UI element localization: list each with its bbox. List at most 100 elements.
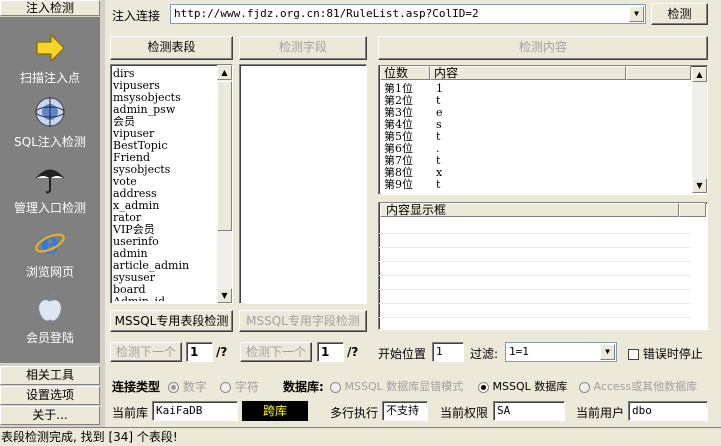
permission-label: 当前权限: [440, 406, 489, 420]
content-header-button[interactable]: 检测内容: [378, 36, 708, 60]
table-row[interactable]: 第8位 x: [380, 167, 691, 179]
display-box-header: 内容显示框: [380, 203, 679, 217]
umbrella-icon: [35, 169, 65, 194]
current-user-field[interactable]: dbo: [628, 401, 708, 421]
scroll-down-icon[interactable]: ▼: [217, 288, 232, 303]
tables-listbox[interactable]: dirs vipusers msysobjects admin_psw 会员 vipuse…: [110, 64, 233, 304]
multi-exec-label: 多行执行: [330, 406, 379, 420]
tables-header-button[interactable]: 检测表段: [110, 36, 233, 60]
fields-next-button[interactable]: 检测下一个: [240, 342, 312, 362]
type-number-label: 数字: [182, 380, 207, 394]
filter-dropdown-arrow-icon[interactable]: ▼: [600, 344, 615, 360]
db-access-radio[interactable]: [579, 381, 590, 393]
db-mssql-error-label: MSSQL 数据库显错模式: [344, 380, 464, 393]
sidebar-item-label: SQL注入检测: [14, 135, 86, 149]
filter-combobox[interactable]: 1=1 ▼: [505, 342, 617, 362]
tables-scrollbar[interactable]: ▲ ▼: [217, 65, 232, 303]
scroll-up-icon[interactable]: ▲: [692, 67, 707, 82]
tables-list: dirs vipusers msysobjects admin_psw 会员 vipuse…: [113, 68, 216, 301]
cell-position: 第9位: [384, 178, 413, 191]
filter-label: 过滤:: [470, 347, 499, 361]
db-mssql-option[interactable]: MSSQL 数据库: [478, 378, 567, 394]
url-combobox[interactable]: http://www.fjdz.org.cn:81/RuleList.asp?C…: [170, 4, 646, 24]
table-row[interactable]: 第7位 t: [380, 155, 691, 167]
list-item[interactable]: Admin_id: [113, 296, 216, 302]
apple-icon: [38, 293, 62, 322]
content-display-box[interactable]: 内容显示框: [378, 202, 708, 330]
type-char-label: 字符: [234, 380, 259, 394]
current-user-label: 当前用户: [576, 406, 625, 420]
table-row[interactable]: 第5位 t: [380, 131, 691, 143]
start-position-input[interactable]: 1: [432, 342, 464, 362]
table-row[interactable]: 第6位.: [380, 143, 691, 155]
stop-on-error-checkbox[interactable]: [628, 349, 639, 360]
tables-page-input[interactable]: 1: [186, 342, 213, 362]
sidebar-tools-button[interactable]: 相关工具: [0, 366, 100, 385]
db-mssql-label: MSSQL 数据库: [492, 380, 568, 393]
type-number-option[interactable]: 数字: [168, 378, 207, 395]
start-position-label: 开始位置: [378, 347, 427, 361]
status-text: 表段检测完成, 找到 [34] 个表段!: [1, 430, 178, 444]
scroll-up-icon[interactable]: ▲: [217, 65, 232, 80]
url-value: http://www.fjdz.org.cn:81/RuleList.asp?C…: [174, 7, 479, 20]
filter-value: 1=1: [509, 345, 529, 358]
current-db-field[interactable]: KaiFaDB: [152, 401, 238, 421]
table-row[interactable]: 第4位 s: [380, 119, 691, 131]
sidebar-settings-button[interactable]: 设置选项: [0, 386, 100, 405]
grid-rows: 第1位 1 第2位 t 第3位 e 第4位 s 第5位 t 第6位. 第7位 t 第8位 x 第9位 t: [380, 83, 691, 194]
sidebar-about-button[interactable]: 关于...: [0, 406, 100, 425]
sidebar-item-login[interactable]: 会员登陆: [0, 291, 100, 346]
globe-icon: [35, 97, 65, 127]
url-label: 注入连接: [112, 9, 161, 23]
sidebar-item-label: 浏览网页: [25, 265, 74, 279]
db-mssql-error-option[interactable]: MSSQL 数据库显错模式: [330, 378, 463, 394]
db-access-option[interactable]: Access或其他数据库: [579, 378, 697, 394]
detect-button[interactable]: 检测: [651, 3, 708, 25]
grid-col-content[interactable]: 内容: [430, 66, 626, 80]
display-box-header-filler: [679, 203, 706, 217]
cross-db-button[interactable]: 跨库: [242, 401, 308, 421]
sidebar-item-label: 会员登陆: [25, 331, 74, 345]
fields-header-button[interactable]: 检测字段: [239, 36, 367, 60]
sidebar-item-scan[interactable]: 扫描注入点: [0, 31, 100, 86]
table-row[interactable]: 第1位 1: [380, 83, 691, 95]
type-char-option[interactable]: 字符: [220, 378, 259, 395]
mssql-fields-button[interactable]: MSSQL专用字段检测: [239, 310, 367, 332]
cell-content: t: [436, 178, 441, 191]
url-dropdown-arrow-icon[interactable]: ▼: [629, 6, 644, 22]
status-bar: 表段检测完成, 找到 [34] 个表段!: [0, 427, 721, 446]
fields-page-input[interactable]: 1: [317, 342, 344, 362]
stop-on-error-option[interactable]: 错误时停止: [628, 345, 703, 362]
content-scrollbar[interactable]: ▲ ▼: [692, 67, 707, 193]
tables-page-total: /?: [216, 345, 228, 359]
multi-exec-field[interactable]: 不支持: [382, 401, 428, 421]
content-grid[interactable]: 位数 内容 第1位 1 第2位 t 第3位 e 第4位 s 第5位 t 第6位. 第7位 t 第8位 x 第9…: [378, 65, 708, 195]
type-number-radio[interactable]: [168, 382, 179, 393]
scroll-thumb[interactable]: [217, 81, 232, 231]
tables-next-button[interactable]: 检测下一个: [110, 342, 182, 362]
svg-text:e: e: [40, 226, 59, 259]
mssql-tables-button[interactable]: MSSQL专用表段检测: [110, 310, 233, 332]
table-row[interactable]: 第3位 e: [380, 107, 691, 119]
fields-listbox[interactable]: [239, 64, 367, 304]
fields-page-total: /?: [347, 345, 359, 359]
connection-type-label: 连接类型: [112, 380, 161, 394]
db-mssql-radio[interactable]: [478, 381, 489, 393]
sidebar-panel: 扫描注入点 SQL注入检测 管理入口检测 e 浏览网页 会员登陆: [0, 17, 100, 363]
sidebar-item-sql[interactable]: SQL注入检测: [0, 95, 100, 150]
arrow-right-icon: [36, 33, 65, 63]
db-mssql-error-radio[interactable]: [330, 381, 341, 393]
type-char-radio[interactable]: [220, 382, 231, 393]
sidebar-item-admin[interactable]: 管理入口检测: [0, 161, 100, 216]
grid-col-position[interactable]: 位数: [380, 66, 430, 80]
sidebar-item-label: 管理入口检测: [13, 201, 86, 215]
table-row[interactable]: 第2位 t: [380, 95, 691, 107]
db-access-label: Access或其他数据库: [593, 380, 698, 393]
stop-on-error-label: 错误时停止: [642, 347, 703, 361]
sidebar-item-browse[interactable]: e 浏览网页: [0, 225, 100, 280]
table-row[interactable]: 第9位 t: [380, 179, 691, 191]
ie-icon: e: [35, 226, 65, 259]
permission-field[interactable]: SA: [493, 401, 565, 421]
scroll-down-icon[interactable]: ▼: [692, 178, 707, 193]
sidebar-header[interactable]: 注入检测: [0, 0, 100, 16]
